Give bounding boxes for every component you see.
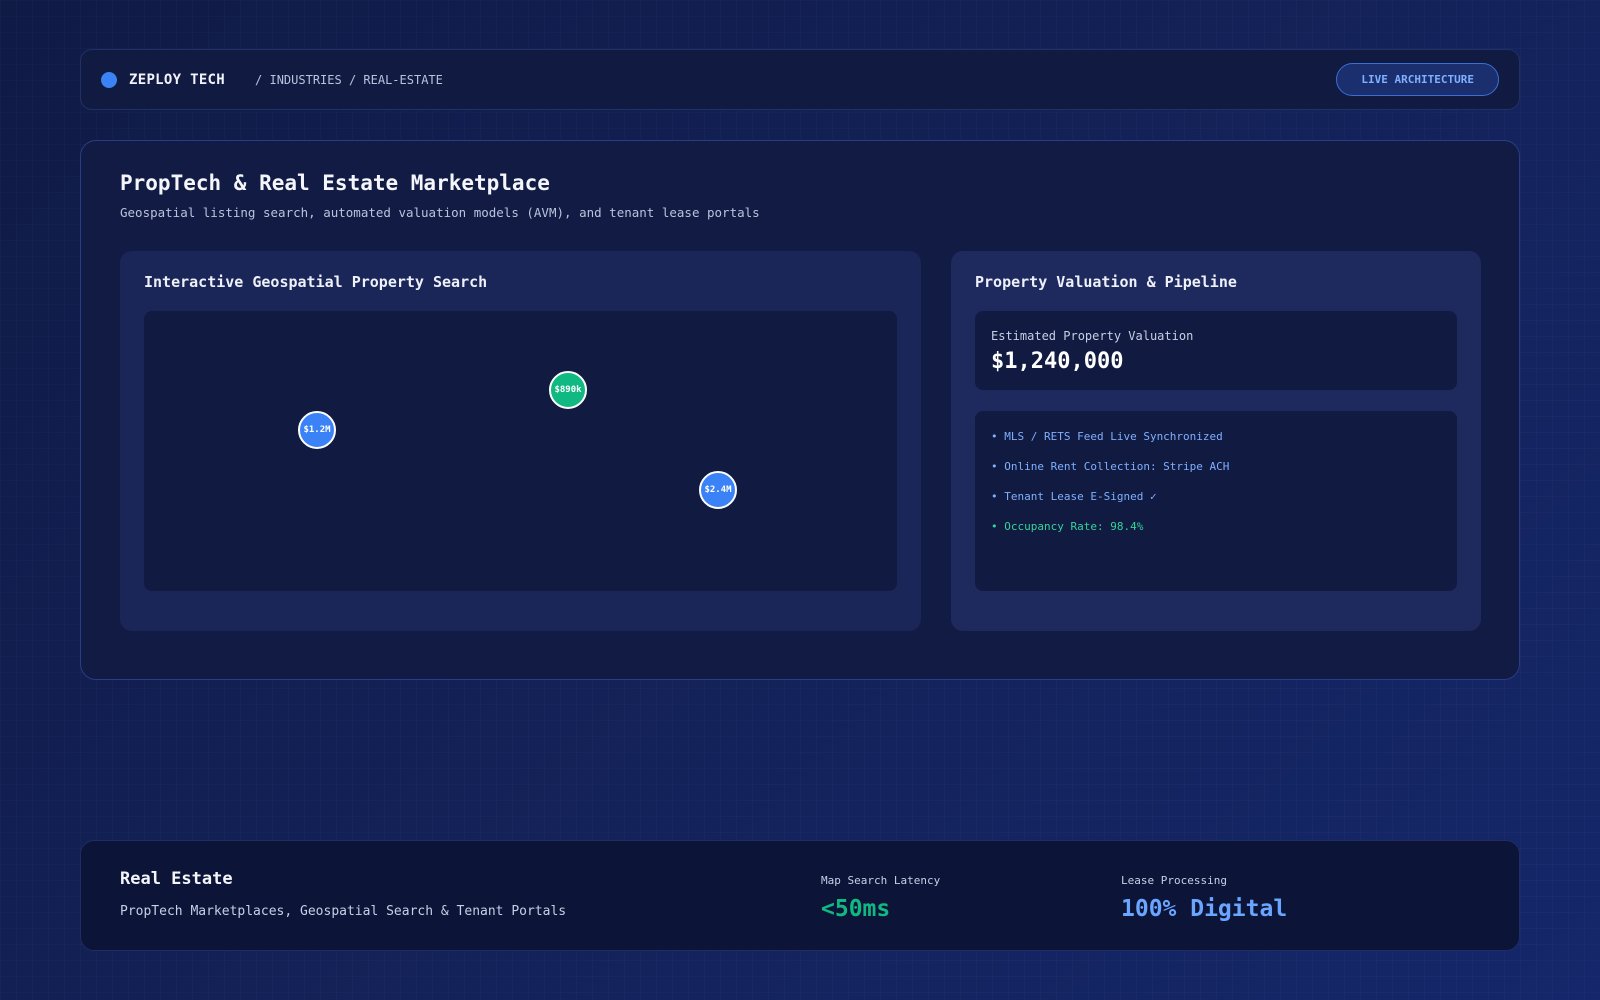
industry-summary-card: Real Estate PropTech Marketplaces, Geosp… — [80, 840, 1520, 951]
pipeline-status-list: • MLS / RETS Feed Live Synchronized • On… — [975, 411, 1457, 591]
valuation-pipeline-panel: Property Valuation & Pipeline Estimated … — [951, 251, 1481, 631]
valuation-panel-title: Property Valuation & Pipeline — [975, 273, 1237, 291]
status-item: • MLS / RETS Feed Live Synchronized — [991, 430, 1223, 443]
status-item: • Online Rent Collection: Stripe ACH — [991, 460, 1230, 473]
map-panel-title: Interactive Geospatial Property Search — [144, 273, 488, 291]
valuation-value: $1,240,000 — [991, 349, 1124, 374]
map-pin[interactable]: $890k — [549, 371, 587, 409]
map-pin[interactable]: $1.2M — [298, 411, 336, 449]
breadcrumb[interactable]: / INDUSTRIES / REAL-ESTATE — [255, 73, 443, 87]
industry-subtitle: PropTech Marketplaces, Geospatial Search… — [120, 904, 567, 919]
metric-label: Map Search Latency — [821, 874, 941, 887]
main-card: PropTech & Real Estate Marketplace Geosp… — [80, 140, 1520, 680]
status-item: • Tenant Lease E-Signed ✓ — [991, 490, 1157, 503]
valuation-label: Estimated Property Valuation — [991, 329, 1194, 343]
map-pin[interactable]: $2.4M — [699, 471, 737, 509]
map-pin-label: $1.2M — [303, 425, 331, 435]
page-title: PropTech & Real Estate Marketplace — [120, 171, 550, 195]
map-pin-label: $2.4M — [704, 485, 732, 495]
geospatial-search-panel: Interactive Geospatial Property Search $… — [120, 251, 921, 631]
live-architecture-button[interactable]: LIVE ARCHITECTURE — [1336, 63, 1499, 96]
metric-label: Lease Processing — [1121, 874, 1227, 887]
metric-value: 100% Digital — [1121, 896, 1288, 922]
metric-value: <50ms — [821, 896, 891, 922]
brand-name[interactable]: ZEPLOY TECH — [129, 72, 225, 88]
brand-logo-icon — [101, 71, 117, 88]
metric-map-latency: Map Search Latency <50ms — [821, 874, 940, 922]
metric-lease-processing: Lease Processing 100% Digital — [1121, 874, 1287, 922]
map-pin-label: $890k — [554, 385, 582, 395]
property-map[interactable]: $1.2M $890k $2.4M — [144, 311, 897, 591]
page-subtitle: Geospatial listing search, automated val… — [120, 205, 760, 220]
industry-title: Real Estate — [120, 869, 233, 889]
top-bar: ZEPLOY TECH / INDUSTRIES / REAL-ESTATE L… — [80, 49, 1520, 110]
status-item: • Occupancy Rate: 98.4% — [991, 520, 1144, 533]
valuation-box: Estimated Property Valuation $1,240,000 — [975, 311, 1457, 390]
